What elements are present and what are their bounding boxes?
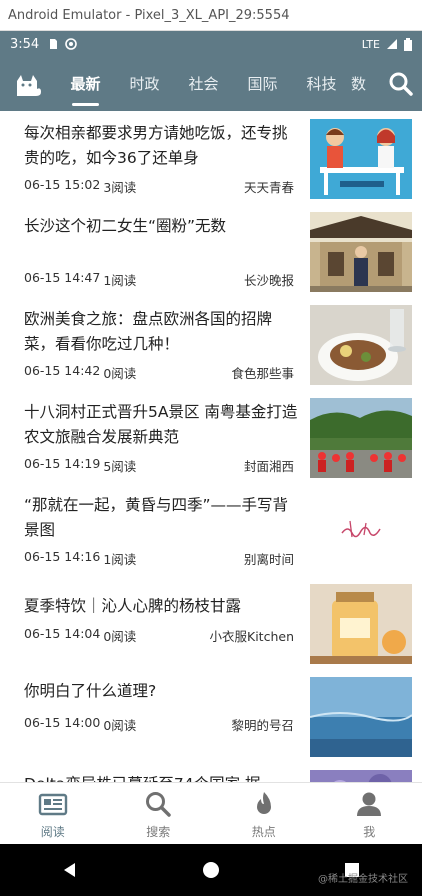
tab-society[interactable]: 社会 bbox=[174, 57, 233, 111]
news-meta: 06-15 14:04 0阅读 小衣服Kitchen bbox=[24, 626, 294, 645]
news-time: 06-15 14:16 bbox=[24, 549, 101, 564]
news-thumbnail bbox=[310, 677, 412, 757]
news-title: 每次相亲都要求男方请她吃饭，还专挑贵的吃，如今36了还单身 bbox=[24, 124, 288, 167]
news-title: Delta变异株已蔓延至74个国家 据 bbox=[24, 772, 302, 782]
news-title: 长沙这个初二女生“圈粉”无数 bbox=[24, 217, 227, 235]
news-item[interactable]: 长沙这个初二女生“圈粉”无数 06-15 14:47 1阅读 长沙晚报 bbox=[0, 204, 422, 297]
news-reads: 1阅读 bbox=[103, 552, 137, 567]
watermark: @稀土掘金技术社区 bbox=[318, 874, 408, 885]
nav-me-label: 我 bbox=[363, 825, 376, 839]
news-thumbnail bbox=[310, 584, 412, 664]
window-title: Android Emulator - Pixel_3_XL_API_29:555… bbox=[0, 0, 422, 31]
news-thumbnail bbox=[310, 770, 412, 782]
search-icon bbox=[389, 72, 413, 96]
nav-search-label: 搜索 bbox=[146, 825, 171, 839]
fire-icon bbox=[256, 792, 271, 814]
back-icon[interactable] bbox=[61, 861, 79, 879]
news-meta: 06-15 14:00 0阅读 黎明的号召 bbox=[24, 715, 294, 734]
news-thumbnail bbox=[310, 305, 412, 385]
nav-me[interactable]: 我 bbox=[317, 783, 422, 844]
news-item[interactable]: Delta变异株已蔓延至74个国家 据 bbox=[0, 762, 422, 782]
news-reads: 0阅读 bbox=[103, 629, 137, 644]
news-source: 封面湘西 bbox=[243, 459, 294, 474]
news-thumbnail bbox=[310, 398, 412, 478]
nav-read[interactable]: 阅读 bbox=[0, 783, 106, 844]
news-thumbnail bbox=[310, 491, 412, 571]
status-time: 3:54 bbox=[10, 36, 40, 52]
nav-hot-label: 热点 bbox=[251, 825, 276, 839]
news-reads: 1阅读 bbox=[103, 273, 137, 288]
news-item[interactable]: 十八洞村正式晋升5A景区 南粤基金打造农文旅融合发展新典范 06-15 14:1… bbox=[0, 390, 422, 483]
status-right: LTE bbox=[361, 37, 412, 51]
news-item[interactable]: 欧洲美食之旅：盘点欧洲各国的招牌菜，看看你吃过几种！ 06-15 14:42 0… bbox=[0, 297, 422, 390]
news-title: 十八洞村正式晋升5A景区 南粤基金打造农文旅融合发展新典范 bbox=[24, 403, 298, 446]
news-meta: 06-15 14:47 1阅读 长沙晚报 bbox=[24, 270, 294, 289]
news-list: 每次相亲都要求男方请她吃饭，还专挑贵的吃，如今36了还单身 06-15 15:0… bbox=[0, 111, 422, 782]
network-label: LTE bbox=[361, 37, 380, 51]
news-source: 天天青春 bbox=[243, 180, 294, 195]
tab-politics[interactable]: 时政 bbox=[115, 57, 174, 111]
news-reads: 0阅读 bbox=[103, 718, 137, 733]
news-source: 食色那些事 bbox=[231, 366, 294, 381]
news-source: 黎明的号召 bbox=[231, 718, 294, 733]
news-item[interactable]: 夏季特饮｜沁人心脾的杨枝甘露 06-15 14:04 0阅读 小衣服Kitche… bbox=[0, 576, 422, 669]
news-time: 06-15 14:00 bbox=[24, 715, 101, 730]
nav-search[interactable]: 搜索 bbox=[106, 783, 212, 844]
news-time: 06-15 15:02 bbox=[24, 177, 101, 192]
person-icon bbox=[357, 792, 382, 816]
news-source: 长沙晚报 bbox=[243, 273, 294, 288]
sync-icon bbox=[65, 38, 78, 50]
battery-icon bbox=[404, 37, 412, 51]
news-title: 夏季特饮｜沁人心脾的杨枝甘露 bbox=[24, 597, 242, 615]
news-title: 你明白了什么道理? bbox=[24, 682, 157, 700]
news-meta: 06-15 14:16 1阅读 别离时间 bbox=[24, 549, 294, 568]
news-reads: 0阅读 bbox=[103, 366, 137, 381]
nav-read-label: 阅读 bbox=[40, 825, 65, 839]
news-time: 06-15 14:04 bbox=[24, 626, 101, 641]
home-icon[interactable] bbox=[202, 861, 220, 879]
news-time: 06-15 14:19 bbox=[24, 456, 101, 471]
news-meta: 06-15 15:02 3阅读 天天青春 bbox=[24, 177, 294, 196]
news-time: 06-15 14:47 bbox=[24, 270, 101, 285]
app-bar: 最新 时政 社会 国际 科技 数 bbox=[0, 57, 422, 111]
signal-icon bbox=[387, 39, 397, 49]
emulator-frame: Android Emulator - Pixel_3_XL_API_29:555… bbox=[0, 0, 422, 896]
tab-more[interactable]: 数 bbox=[351, 57, 380, 111]
news-reads: 5阅读 bbox=[103, 459, 137, 474]
tab-latest[interactable]: 最新 bbox=[56, 57, 115, 111]
search-icon bbox=[146, 792, 171, 817]
news-item[interactable]: 你明白了什么道理? 06-15 14:00 0阅读 黎明的号召 bbox=[0, 669, 422, 762]
news-source: 小衣服Kitchen bbox=[209, 629, 294, 644]
news-thumbnail bbox=[310, 212, 412, 292]
tab-international[interactable]: 国际 bbox=[233, 57, 292, 111]
news-item[interactable]: “那就在一起，黄昏与四季”——手写背景图 06-15 14:16 1阅读 别离时… bbox=[0, 483, 422, 576]
cat-logo-icon[interactable] bbox=[14, 69, 44, 99]
sd-card-icon bbox=[50, 39, 58, 49]
news-title: 欧洲美食之旅：盘点欧洲各国的招牌菜，看看你吃过几种！ bbox=[24, 310, 273, 353]
news-item[interactable]: 每次相亲都要求男方请她吃饭，还专挑贵的吃，如今36了还单身 06-15 15:0… bbox=[0, 111, 422, 204]
status-bar: 3:54 LTE bbox=[0, 31, 422, 57]
news-meta: 06-15 14:19 5阅读 封面湘西 bbox=[24, 456, 294, 475]
bottom-navigation: 阅读 搜索 热点 我 bbox=[0, 782, 422, 844]
news-time: 06-15 14:42 bbox=[24, 363, 101, 378]
news-title: “那就在一起，黄昏与四季”——手写背景图 bbox=[24, 496, 289, 539]
news-thumbnail bbox=[310, 119, 412, 199]
newspaper-icon bbox=[38, 793, 67, 816]
search-button[interactable] bbox=[380, 57, 422, 111]
category-tabs: 最新 时政 社会 国际 科技 数 bbox=[56, 57, 380, 111]
news-source: 别离时间 bbox=[243, 552, 294, 567]
tab-tech[interactable]: 科技 bbox=[292, 57, 351, 111]
news-reads: 3阅读 bbox=[103, 180, 137, 195]
nav-hot[interactable]: 热点 bbox=[211, 783, 317, 844]
news-meta: 06-15 14:42 0阅读 食色那些事 bbox=[24, 363, 294, 382]
